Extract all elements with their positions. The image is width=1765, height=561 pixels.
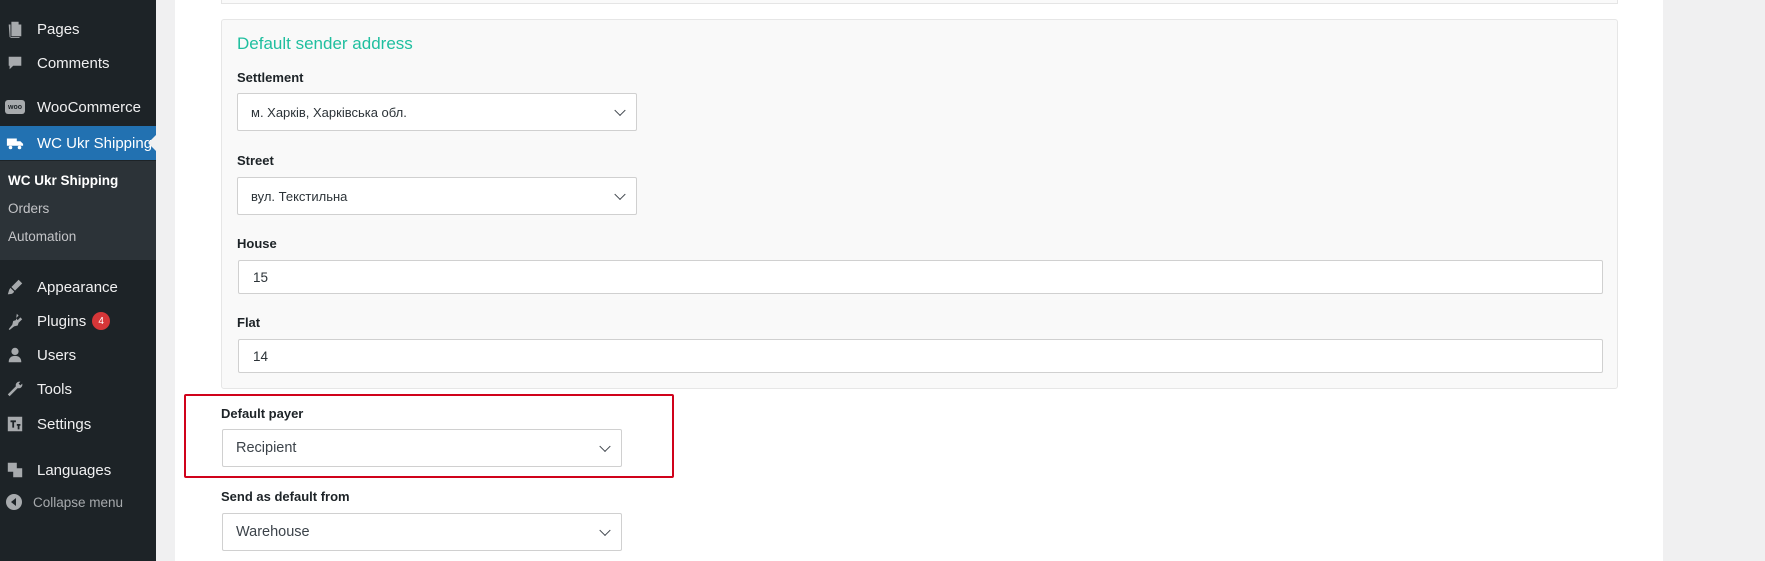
sidebar-item-label: WC Ukr Shipping bbox=[37, 134, 153, 152]
translate-icon bbox=[5, 460, 25, 480]
settlement-label: Settlement bbox=[237, 70, 304, 85]
submenu-item-automation[interactable]: Automation bbox=[8, 229, 76, 244]
house-label: House bbox=[237, 236, 277, 251]
flat-input[interactable]: 14 bbox=[238, 339, 1603, 373]
sidebar-item-users[interactable]: Users bbox=[0, 338, 156, 372]
street-label: Street bbox=[237, 153, 274, 168]
sidebar-item-label: WooCommerce bbox=[37, 98, 141, 116]
chevron-down-icon bbox=[614, 188, 626, 201]
collapse-arrow-icon bbox=[6, 494, 22, 510]
street-select[interactable]: вул. Текстильна bbox=[237, 177, 637, 215]
sidebar-item-label: Languages bbox=[37, 461, 112, 479]
admin-sidebar: Pages Comments woo WooCommerce WC Ukr Sh… bbox=[0, 0, 156, 561]
default-payer-value: Recipient bbox=[236, 440, 297, 456]
sidebar-item-label: Comments bbox=[37, 54, 110, 72]
settlement-value: м. Харків, Харківська обл. bbox=[251, 104, 407, 120]
default-payer-select[interactable]: Recipient bbox=[222, 429, 622, 467]
flat-label: Flat bbox=[237, 315, 261, 330]
flat-value: 14 bbox=[253, 348, 269, 364]
sidebar-item-label: Tools bbox=[37, 380, 73, 398]
house-value: 15 bbox=[253, 269, 269, 285]
plugin-icon bbox=[5, 311, 25, 331]
sidebar-item-settings[interactable]: Settings bbox=[0, 407, 156, 441]
sidebar-item-label: Appearance bbox=[37, 278, 118, 296]
street-value: вул. Текстильна bbox=[251, 188, 348, 204]
paintbrush-icon bbox=[5, 277, 25, 297]
user-icon bbox=[5, 345, 25, 365]
sidebar-item-appearance[interactable]: Appearance bbox=[0, 270, 156, 304]
send-from-value: Warehouse bbox=[236, 524, 310, 540]
sidebar-item-comments[interactable]: Comments bbox=[0, 46, 156, 80]
sidebar-item-wc-ukr-shipping[interactable]: WC Ukr Shipping bbox=[0, 126, 156, 160]
sidebar-item-tools[interactable]: Tools bbox=[0, 372, 156, 406]
submenu-item-orders[interactable]: Orders bbox=[8, 201, 49, 216]
wc-ukr-shipping-submenu: WC Ukr Shipping Orders Automation bbox=[0, 161, 156, 260]
woocommerce-icon: woo bbox=[5, 97, 25, 117]
sidebar-item-plugins[interactable]: Plugins 4 bbox=[0, 304, 156, 338]
default-payer-label: Default payer bbox=[221, 406, 304, 421]
wrench-icon bbox=[5, 379, 25, 399]
collapse-menu-label: Collapse menu bbox=[33, 494, 124, 510]
collapse-menu-button[interactable]: Collapse menu bbox=[0, 490, 123, 514]
chevron-down-icon bbox=[599, 524, 611, 537]
submenu-item-wc-ukr-shipping[interactable]: WC Ukr Shipping bbox=[8, 173, 118, 188]
chevron-down-icon bbox=[599, 440, 611, 453]
house-input[interactable]: 15 bbox=[238, 260, 1603, 294]
sidebar-item-label: Plugins bbox=[37, 312, 87, 330]
sidebar-item-label: Settings bbox=[37, 415, 92, 433]
pages-icon bbox=[5, 19, 25, 39]
previous-section-box bbox=[221, 0, 1618, 4]
truck-icon bbox=[5, 133, 25, 153]
chevron-down-icon bbox=[614, 104, 626, 117]
comments-icon bbox=[5, 53, 25, 73]
send-from-label: Send as default from bbox=[221, 489, 350, 504]
send-from-select[interactable]: Warehouse bbox=[222, 513, 622, 551]
plugins-update-badge: 4 bbox=[92, 312, 111, 330]
sender-address-title: Default sender address bbox=[237, 34, 413, 53]
sidebar-item-woocommerce[interactable]: woo WooCommerce bbox=[0, 90, 156, 124]
settings-icon bbox=[5, 414, 25, 434]
sidebar-item-pages[interactable]: Pages bbox=[0, 12, 156, 46]
sidebar-item-label: Pages bbox=[37, 20, 80, 38]
settlement-select[interactable]: м. Харків, Харківська обл. bbox=[237, 93, 637, 131]
sidebar-item-label: Users bbox=[37, 346, 77, 364]
sidebar-item-languages[interactable]: Languages bbox=[0, 453, 156, 487]
